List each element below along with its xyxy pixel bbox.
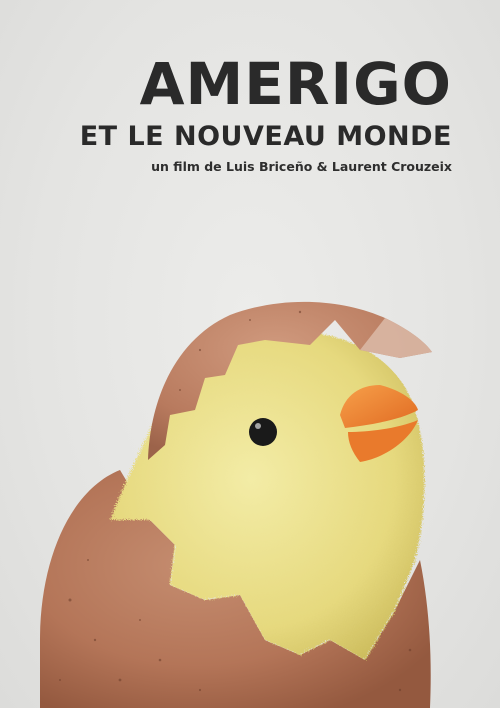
- poster-credit: un film de Luis Briceño & Laurent Crouze…: [151, 159, 452, 174]
- movie-poster: AMERIGO ET LE NOUVEAU MONDE un film de L…: [0, 0, 500, 708]
- poster-subtitle: ET LE NOUVEAU MONDE: [79, 121, 452, 152]
- chick-eye: [249, 418, 277, 446]
- poster-title: AMERIGO: [139, 50, 452, 118]
